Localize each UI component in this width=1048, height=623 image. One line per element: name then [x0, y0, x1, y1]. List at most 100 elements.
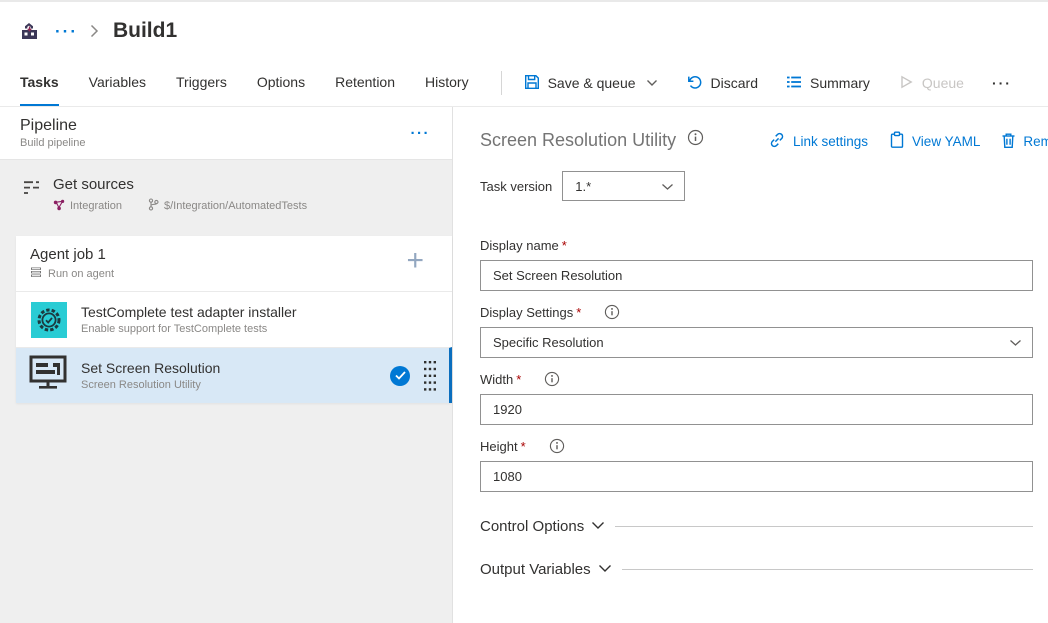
steps-icon — [22, 179, 41, 236]
tab-retention[interactable]: Retention — [335, 60, 395, 106]
task-text: TestComplete test adapter installer Enab… — [81, 304, 297, 335]
output-variables-section[interactable]: Output Variables — [480, 560, 1033, 578]
required-marker: * — [576, 305, 581, 320]
tab-tasks[interactable]: Tasks — [20, 60, 59, 106]
task-title: Set Screen Resolution — [81, 360, 220, 376]
pipeline-subtitle: Build pipeline — [20, 137, 85, 149]
required-marker: * — [562, 238, 567, 253]
output-variables-label: Output Variables — [480, 561, 591, 578]
task-version-label: Task version — [480, 179, 552, 194]
pipeline-header[interactable]: Pipeline Build pipeline ··· — [0, 107, 452, 160]
toolbar-more-button[interactable]: ··· — [992, 75, 1012, 91]
remove-label: Remove — [1023, 134, 1048, 149]
pipeline-tree-panel: Pipeline Build pipeline ··· Get sources — [0, 107, 453, 623]
width-label: Width — [480, 372, 513, 387]
chevron-down-icon — [598, 560, 612, 578]
height-input[interactable] — [480, 461, 1033, 492]
control-options-label: Control Options — [480, 518, 584, 535]
tab-history[interactable]: History — [425, 60, 469, 106]
toolbar-divider — [501, 71, 502, 95]
tab-variables[interactable]: Variables — [89, 60, 146, 106]
task-version-dropdown[interactable]: 1.* — [562, 171, 685, 201]
task-header-links: Link settings View YAML — [768, 131, 1048, 152]
chevron-down-icon — [1009, 335, 1022, 350]
task-fields: Display name* Display Settings* — [480, 238, 1033, 492]
info-icon[interactable] — [544, 371, 560, 387]
branch-icon — [148, 198, 159, 214]
link-settings-label: Link settings — [793, 134, 868, 149]
save-and-queue-button[interactable]: Save & queue — [524, 74, 658, 93]
pipeline-more-button[interactable]: ··· — [411, 125, 431, 142]
discard-button[interactable]: Discard — [686, 74, 758, 93]
width-field: Width* — [480, 371, 1033, 425]
task-settings-panel: Screen Resolution Utility — [453, 107, 1048, 623]
height-label-row: Height* — [480, 438, 1033, 454]
width-input[interactable] — [480, 394, 1033, 425]
control-options-section[interactable]: Control Options — [480, 517, 1033, 535]
agent-job-subtitle: Run on agent — [48, 268, 114, 280]
save-and-queue-chevron-icon — [646, 79, 658, 87]
play-icon — [898, 74, 914, 93]
task-version-row: Task version 1.* — [480, 171, 1033, 201]
display-settings-value: Specific Resolution — [493, 335, 604, 350]
get-sources-text: Get sources Integration — [53, 176, 307, 236]
display-settings-field: Display Settings* Specific Resolution — [480, 304, 1033, 358]
discard-label: Discard — [711, 75, 758, 91]
display-settings-label: Display Settings — [480, 305, 573, 320]
task-version-value: 1.* — [575, 179, 591, 194]
required-marker: * — [521, 439, 526, 454]
display-name-input[interactable] — [480, 260, 1033, 291]
task-item-testcomplete[interactable]: TestComplete test adapter installer Enab… — [16, 291, 452, 347]
save-and-queue-label: Save & queue — [548, 75, 636, 91]
task-icon-box — [30, 301, 68, 339]
get-sources-title: Get sources — [53, 176, 307, 193]
page-header: ··· Build1 — [0, 2, 1048, 60]
info-icon[interactable] — [604, 304, 620, 320]
repo-name: Integration — [70, 200, 122, 212]
task-item-set-screen-resolution[interactable]: Set Screen Resolution Screen Resolution … — [16, 347, 452, 403]
get-sources-item[interactable]: Get sources Integration — [0, 160, 452, 236]
get-sources-details: Integration $/Integration/AutomatedTests — [53, 198, 307, 214]
drag-handle[interactable] — [424, 361, 436, 391]
tab-strip: Tasks Variables Triggers Options Retenti… — [20, 60, 499, 106]
tab-options[interactable]: Options — [257, 60, 305, 106]
breadcrumb-more-button[interactable]: ··· — [55, 23, 78, 40]
task-settings-title: Screen Resolution Utility — [480, 130, 676, 151]
info-icon[interactable] — [687, 129, 704, 151]
link-settings-button[interactable]: Link settings — [768, 131, 868, 152]
clipboard-icon — [889, 131, 905, 152]
info-icon[interactable] — [549, 438, 565, 454]
queue-label: Queue — [922, 75, 964, 91]
repo-icon — [53, 199, 65, 214]
repo-group: Integration — [53, 199, 122, 214]
task-title: TestComplete test adapter installer — [81, 304, 297, 320]
display-settings-dropdown[interactable]: Specific Resolution — [480, 327, 1033, 358]
agent-job-header[interactable]: Agent job 1 Run on agent + — [16, 236, 452, 291]
agent-icon — [30, 266, 42, 281]
screen-resolution-task-icon — [29, 355, 69, 396]
section-rule — [615, 526, 1033, 527]
selected-check-icon — [390, 366, 410, 386]
height-field: Height* — [480, 438, 1033, 492]
summary-list-icon — [786, 74, 802, 93]
width-label-row: Width* — [480, 371, 1033, 387]
display-settings-label-row: Display Settings* — [480, 304, 1033, 320]
remove-button[interactable]: Remove — [1001, 131, 1048, 152]
testcomplete-task-icon — [31, 302, 67, 338]
undo-icon — [686, 74, 703, 93]
summary-label: Summary — [810, 75, 870, 91]
link-icon — [768, 131, 786, 152]
queue-button[interactable]: Queue — [898, 74, 964, 93]
section-rule — [622, 569, 1033, 570]
view-yaml-button[interactable]: View YAML — [889, 131, 980, 152]
display-name-field: Display name* — [480, 238, 1033, 291]
tab-triggers[interactable]: Triggers — [176, 60, 227, 106]
agent-job-card: Agent job 1 Run on agent + — [16, 236, 452, 403]
height-label: Height — [480, 439, 518, 454]
summary-button[interactable]: Summary — [786, 74, 870, 93]
page-title: Build1 — [113, 19, 177, 43]
add-task-button[interactable]: + — [406, 246, 424, 276]
save-icon — [524, 74, 540, 93]
path-group: $/Integration/AutomatedTests — [148, 198, 307, 214]
task-subtitle: Screen Resolution Utility — [81, 379, 220, 391]
